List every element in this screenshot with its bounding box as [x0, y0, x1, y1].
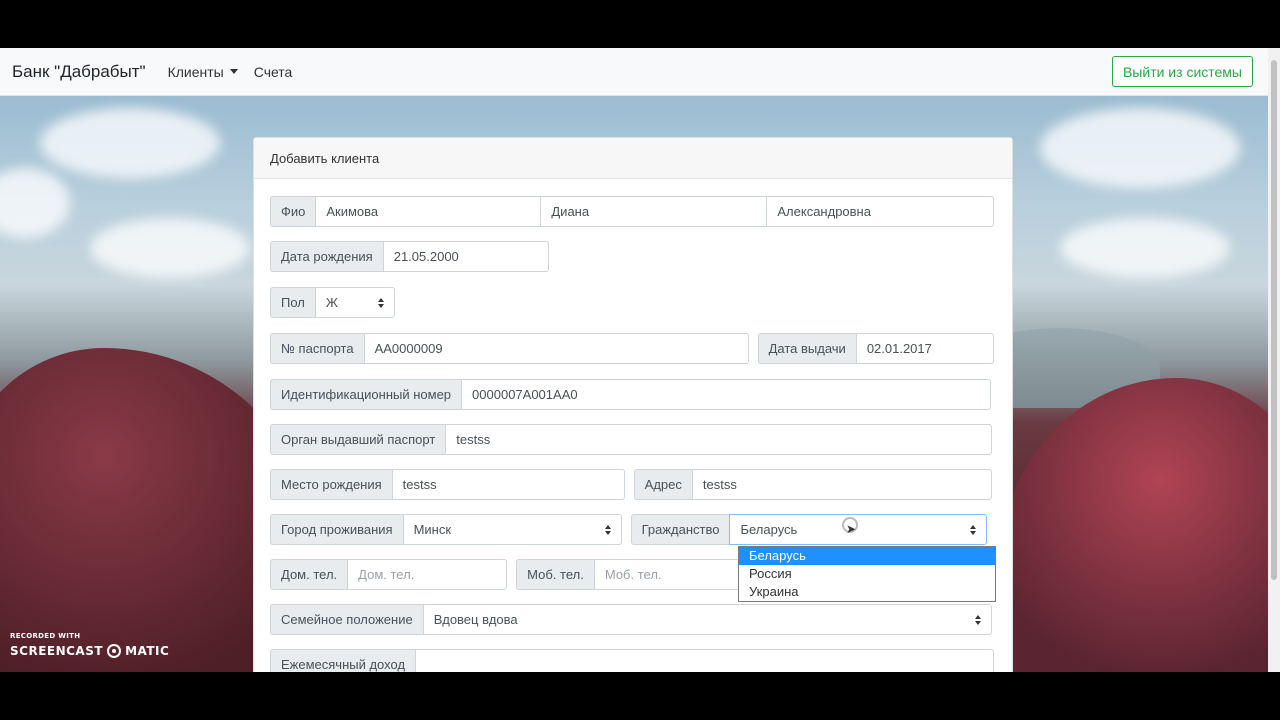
recording-watermark: RECORDED WITH SCREENCAST MATIC [10, 632, 169, 658]
gender-select[interactable]: Ж [314, 287, 395, 318]
id-number-input[interactable]: 0000007A001AA0 [461, 379, 992, 410]
city-value: Минск [413, 522, 452, 537]
issuer-input[interactable]: testss [445, 424, 993, 455]
watermark-brand-right: MATIC [125, 644, 170, 658]
browser-viewport: Банк "Дабрабыт" Клиенты Счета Выйти из с… [0, 48, 1280, 672]
marital-value: Вдовец вдова [433, 612, 518, 627]
fio-row: Фио Акимова Диана Александровна [270, 196, 995, 227]
citizenship-select[interactable]: Беларусь [729, 514, 988, 545]
citizenship-dropdown-list: Беларусь Россия Украина [738, 546, 996, 602]
brand-link[interactable]: Банк "Дабрабыт" [12, 62, 146, 82]
address-label: Адрес [633, 469, 692, 500]
address-input[interactable]: testss [691, 469, 992, 500]
last-name-input[interactable]: Акимова [315, 196, 542, 227]
marital-label: Семейное положение [270, 604, 423, 635]
nav-accounts-link[interactable]: Счета [254, 64, 293, 80]
scrollbar-thumb[interactable] [1271, 60, 1277, 580]
caret-down-icon [229, 69, 238, 74]
mouse-pointer-icon: ➤ [846, 522, 857, 536]
mobile-phone-label: Моб. тел. [516, 559, 594, 590]
passport-label: № паспорта [270, 333, 364, 364]
citizenship-option[interactable]: Украина [739, 583, 995, 601]
income-input[interactable] [415, 649, 995, 672]
watermark-recorded-with: RECORDED WITH [10, 632, 81, 640]
top-navbar: Банк "Дабрабыт" Клиенты Счета Выйти из с… [0, 48, 1268, 96]
city-label: Город проживания [270, 514, 403, 545]
birth-date-input[interactable]: 21.05.2000 [382, 241, 549, 272]
mobile-phone-input[interactable]: Моб. тел. [593, 559, 744, 590]
watermark-brand-left: SCREENCAST [10, 644, 104, 658]
nav-clients-label: Клиенты [167, 63, 224, 80]
birth-date-row: Дата рождения 21.05.2000 [270, 241, 549, 272]
birth-place-label: Место рождения [270, 469, 392, 500]
add-client-card: Добавить клиента Фио Акимова Диана Алекс… [253, 137, 1013, 672]
issue-date-label: Дата выдачи [757, 333, 856, 364]
passport-row: № паспорта AA0000009 Дата выдачи 02.01.2… [270, 333, 994, 364]
page-scrollbar[interactable] [1268, 48, 1280, 672]
income-label: Ежемесячный доход [270, 649, 416, 672]
issue-date-input[interactable]: 02.01.2017 [855, 333, 994, 364]
phones-row: Дом. тел. Дом. тел. Моб. тел. Моб. тел. [270, 559, 744, 590]
birth-place-input[interactable]: testss [391, 469, 625, 500]
gender-row: Пол Ж [270, 287, 395, 318]
logout-button[interactable]: Выйти из системы [1111, 56, 1253, 87]
card-title: Добавить клиента [254, 138, 1012, 179]
select-arrows-icon [970, 524, 977, 535]
select-arrows-icon [974, 614, 981, 625]
home-phone-label: Дом. тел. [270, 559, 348, 590]
birthplace-address-row: Место рождения testss Адрес testss [270, 469, 992, 500]
city-select[interactable]: Минск [402, 514, 622, 545]
marital-select[interactable]: Вдовец вдова [422, 604, 992, 635]
middle-name-input[interactable]: Александровна [767, 196, 995, 227]
issuer-row: Орган выдавший паспорт testss [270, 424, 993, 455]
citizenship-label: Гражданство [630, 514, 730, 545]
fio-label: Фио [270, 196, 316, 227]
birth-date-label: Дата рождения [270, 241, 383, 272]
select-arrows-icon [377, 297, 384, 308]
gender-label: Пол [270, 287, 315, 318]
citizenship-option[interactable]: Россия [739, 565, 995, 583]
income-row: Ежемесячный доход [270, 649, 995, 672]
first-name-input[interactable]: Диана [541, 196, 768, 227]
select-arrows-icon [604, 524, 611, 535]
issuer-label: Орган выдавший паспорт [270, 424, 446, 455]
home-phone-input[interactable]: Дом. тел. [347, 559, 508, 590]
id-number-row: Идентификационный номер 0000007A001AA0 [270, 379, 992, 410]
record-icon [107, 644, 122, 658]
id-number-label: Идентификационный номер [270, 379, 462, 410]
passport-input[interactable]: AA0000009 [363, 333, 749, 364]
citizenship-option[interactable]: Беларусь [739, 547, 995, 565]
citizenship-value: Беларусь [740, 522, 798, 537]
gender-value: Ж [325, 295, 338, 310]
city-citizenship-row: Город проживания Минск Гражданство Белар… [270, 514, 988, 545]
nav-clients-dropdown[interactable]: Клиенты [168, 64, 238, 80]
marital-row: Семейное положение Вдовец вдова [270, 604, 992, 635]
